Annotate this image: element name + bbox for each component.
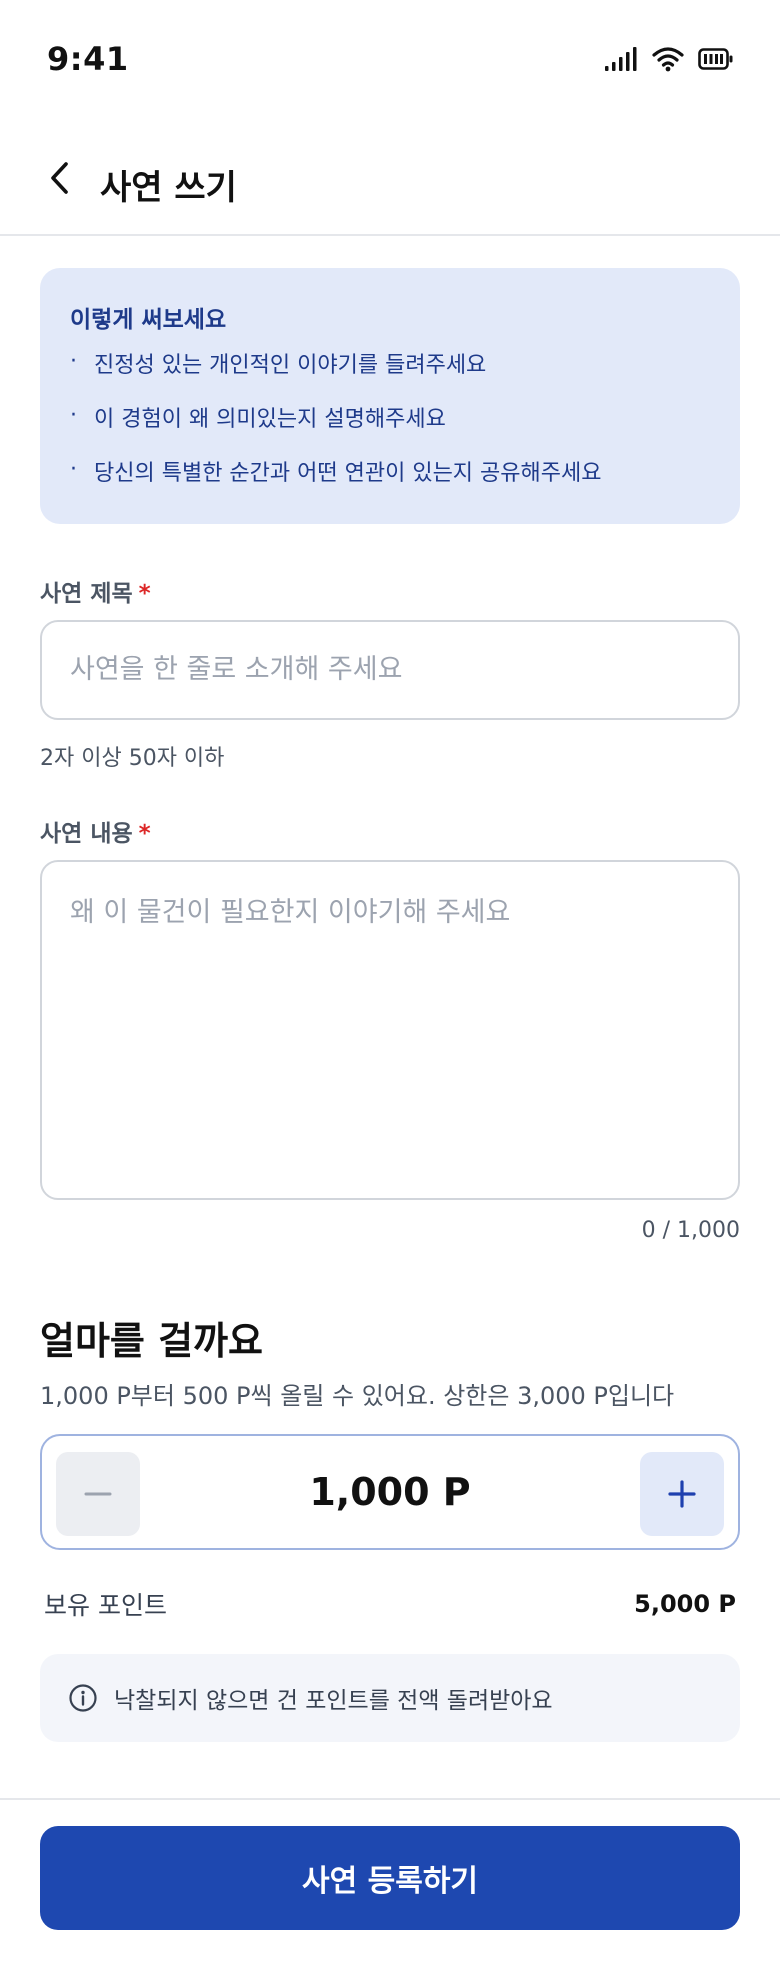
nav-header: 사연 쓰기 xyxy=(0,124,780,236)
increase-button[interactable] xyxy=(640,1452,724,1536)
bet-description: 1,000 P부터 500 P씩 올릴 수 있어요. 상한은 3,000 P입니… xyxy=(40,1382,675,1410)
story-content-textarea[interactable]: 왜 이 물건이 필요한지 이야기해 주세요 xyxy=(40,860,740,1200)
back-button[interactable] xyxy=(40,160,80,200)
tip-item: 진정성 있는 개인적인 이야기를 들려주세요 xyxy=(70,348,710,406)
minus-icon xyxy=(83,1469,113,1520)
tips-title: 이렇게 써보세요 xyxy=(70,307,227,333)
tip-item: 당신의 특별한 순간과 어떤 연관이 있는지 공유해주세요 xyxy=(70,456,710,514)
bet-amount-value: 1,000 P xyxy=(309,1470,471,1514)
owned-points-row: 보유 포인트 5,000 P xyxy=(44,1586,736,1622)
status-time: 9:41 xyxy=(47,40,129,78)
info-icon xyxy=(68,1683,98,1713)
chevron-left-icon xyxy=(49,161,71,199)
character-counter: 0 / 1,000 xyxy=(641,1218,740,1243)
submit-story-button[interactable]: 사연 등록하기 xyxy=(40,1826,740,1930)
required-mark: * xyxy=(138,581,151,607)
page-title: 사연 쓰기 xyxy=(100,168,237,208)
owned-points-value: 5,000 P xyxy=(634,1590,736,1618)
refund-notice: 낙찰되지 않으면 건 포인트를 전액 돌려받아요 xyxy=(40,1654,740,1742)
bottom-divider xyxy=(0,1798,780,1800)
signal-icon xyxy=(604,46,638,76)
status-icons xyxy=(604,46,734,76)
title-label: 사연 제목 * xyxy=(40,574,151,608)
decrease-button[interactable] xyxy=(56,1452,140,1536)
plus-icon xyxy=(667,1469,697,1520)
tip-item: 이 경험이 왜 의미있는지 설명해주세요 xyxy=(70,402,710,460)
content-label-text: 사연 내용 xyxy=(40,821,133,847)
title-label-text: 사연 제목 xyxy=(40,581,133,607)
bet-amount-stepper: 1,000 P xyxy=(40,1434,740,1550)
wifi-icon xyxy=(652,46,684,76)
story-title-input[interactable]: 사연을 한 줄로 소개해 주세요 xyxy=(40,620,740,720)
title-helper-text: 2자 이상 50자 이하 xyxy=(40,746,225,771)
content-label: 사연 내용 * xyxy=(40,814,151,848)
required-mark: * xyxy=(138,821,151,847)
battery-icon xyxy=(698,47,734,75)
refund-notice-text: 낙찰되지 않으면 건 포인트를 전액 돌려받아요 xyxy=(114,1688,553,1714)
status-bar: 9:41 xyxy=(0,0,780,124)
bet-section-title: 얼마를 걸까요 xyxy=(40,1319,263,1363)
writing-tips-box: 이렇게 써보세요 진정성 있는 개인적인 이야기를 들려주세요 이 경험이 왜 … xyxy=(40,268,740,524)
owned-points-label: 보유 포인트 xyxy=(44,1591,167,1620)
